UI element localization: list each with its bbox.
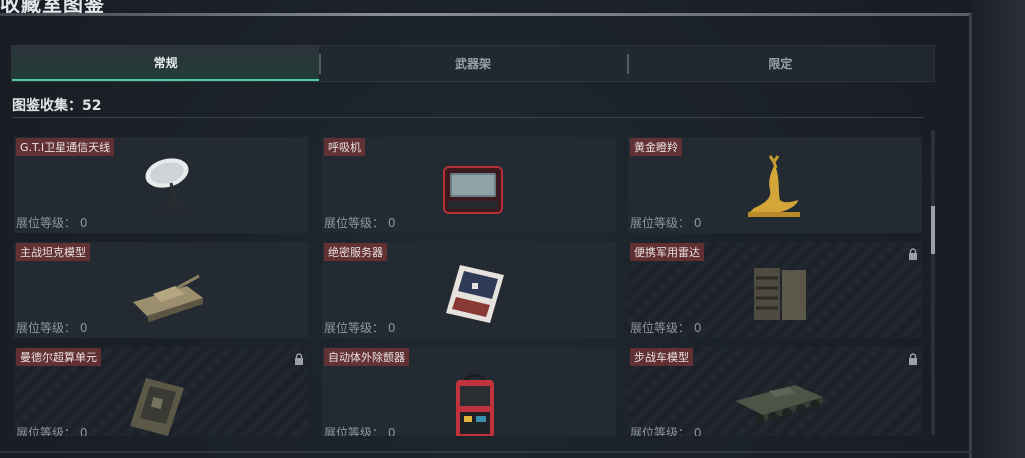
item-level: 展位等级： 0 — [324, 319, 395, 336]
item-card-ventilator[interactable]: 呼吸机 展位等级： 0 — [322, 137, 616, 233]
item-level-label: 展位等级： — [16, 321, 77, 335]
tank-model-icon — [133, 274, 203, 322]
item-level: 展位等级： 0 — [16, 424, 87, 436]
item-grid: G.T.I卫星通信天线 展位等级： 0 呼吸机 展位等级： 0 黄金瞪羚 展位等… — [14, 137, 924, 436]
collection-count-label: 图鉴收集： — [12, 98, 82, 114]
item-level: 展位等级： 0 — [16, 319, 87, 336]
item-card-mandel-supercomputer[interactable]: 曼德尔超算单元 展位等级： 0 — [14, 347, 308, 436]
item-name: 曼德尔超算单元 — [16, 348, 101, 366]
collection-panel: 收藏室图鉴 常规 武器架 限定 图鉴收集：52 G.T.I卫星通信天线 展位等级… — [0, 0, 972, 458]
scrollbar[interactable] — [931, 130, 935, 435]
supercomputer-icon — [130, 378, 184, 436]
item-level-label: 展位等级： — [324, 216, 385, 230]
bottom-border — [0, 451, 972, 453]
item-card-golden-gazelle[interactable]: 黄金瞪羚 展位等级： 0 — [628, 137, 922, 233]
item-level: 展位等级： 0 — [630, 424, 701, 436]
item-card-ifv-model[interactable]: 步战车模型 展位等级： 0 — [628, 347, 922, 436]
lock-icon — [295, 353, 303, 365]
item-level-value: 0 — [693, 426, 702, 436]
item-name: 自动体外除颤器 — [324, 348, 409, 366]
item-name: 便携军用雷达 — [630, 243, 704, 261]
item-level-label: 展位等级： — [16, 426, 77, 436]
ifv-model-icon — [735, 385, 823, 424]
item-card-portable-radar[interactable]: 便携军用雷达 展位等级： 0 — [628, 242, 922, 338]
item-level-value: 0 — [79, 321, 88, 335]
item-name: 呼吸机 — [324, 138, 365, 156]
item-name: 主战坦克模型 — [16, 243, 90, 261]
item-card-tank-model[interactable]: 主战坦克模型 展位等级： 0 — [14, 242, 308, 338]
tab-weapon-rack[interactable]: 武器架 — [319, 46, 626, 81]
panel-edge — [969, 14, 972, 458]
golden-gazelle-icon — [748, 155, 800, 217]
item-level: 展位等级： 0 — [16, 214, 87, 231]
radar-icon — [754, 268, 806, 320]
item-level-value: 0 — [387, 321, 396, 335]
item-name: 绝密服务器 — [324, 243, 387, 261]
item-name: G.T.I卫星通信天线 — [16, 138, 115, 156]
item-level-value: 0 — [693, 321, 702, 335]
item-level: 展位等级： 0 — [324, 214, 395, 231]
satellite-dish-icon — [145, 158, 189, 214]
item-level-label: 展位等级： — [16, 216, 77, 230]
tab-regular[interactable]: 常规 — [12, 46, 320, 81]
item-level: 展位等级： 0 — [324, 424, 395, 436]
item-level-value: 0 — [79, 426, 88, 436]
item-level-label: 展位等级： — [630, 321, 691, 335]
lock-icon — [909, 248, 917, 260]
item-level-label: 展位等级： — [630, 216, 691, 230]
divider — [12, 117, 924, 118]
item-card-satellite-antenna[interactable]: G.T.I卫星通信天线 展位等级： 0 — [14, 137, 308, 233]
item-card-aed[interactable]: 自动体外除颤器 展位等级： 0 — [322, 347, 616, 436]
tab-bar: 常规 武器架 限定 — [11, 45, 935, 82]
scrollbar-thumb[interactable] — [931, 206, 935, 254]
lock-icon — [909, 353, 917, 365]
background-right — [972, 0, 1025, 458]
item-level-value: 0 — [387, 426, 396, 436]
item-level: 展位等级： 0 — [630, 319, 701, 336]
title-underline — [0, 13, 972, 16]
item-name: 黄金瞪羚 — [630, 138, 682, 156]
item-level-label: 展位等级： — [324, 426, 385, 436]
item-level: 展位等级： 0 — [630, 214, 701, 231]
item-name: 步战车模型 — [630, 348, 693, 366]
collection-count: 图鉴收集：52 — [12, 95, 101, 115]
item-level-label: 展位等级： — [630, 426, 691, 436]
title-bar: 收藏室图鉴 — [0, 0, 972, 16]
item-level-value: 0 — [387, 216, 396, 230]
tab-limited[interactable]: 限定 — [626, 46, 934, 81]
defibrillator-icon — [456, 374, 494, 436]
item-card-top-secret-server[interactable]: 绝密服务器 展位等级： 0 — [322, 242, 616, 338]
item-level-value: 0 — [693, 216, 702, 230]
collection-count-value: 52 — [82, 98, 102, 114]
server-icon — [446, 265, 504, 323]
ventilator-icon — [443, 166, 503, 214]
item-level-value: 0 — [79, 216, 88, 230]
item-level-label: 展位等级： — [324, 321, 385, 335]
